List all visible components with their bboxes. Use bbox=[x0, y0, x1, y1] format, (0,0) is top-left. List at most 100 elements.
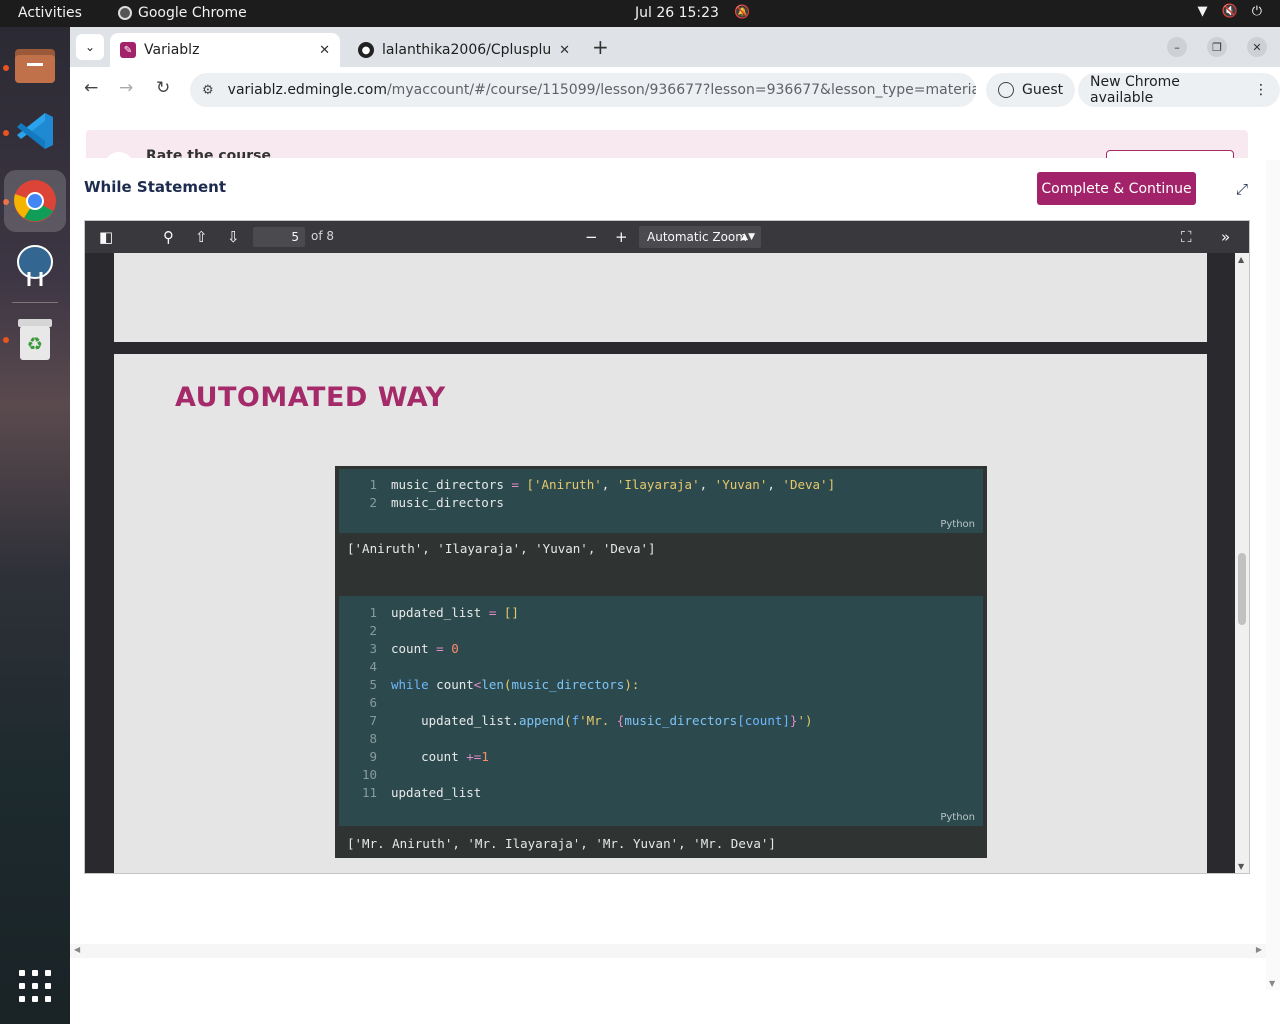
tab-variablz[interactable]: ✎ Variablz ✕ bbox=[110, 33, 340, 67]
pdf-page-4 bbox=[114, 253, 1207, 342]
activities-button[interactable]: Activities bbox=[18, 5, 82, 21]
url-path: /myaccount/#/course/115099/lesson/936677… bbox=[386, 82, 976, 98]
page-vertical-scrollbar[interactable]: ▼ bbox=[1266, 160, 1280, 990]
running-indicator bbox=[3, 130, 9, 136]
show-apps-icon[interactable] bbox=[19, 970, 51, 1002]
chevron-down-icon: ⌄ bbox=[84, 40, 96, 54]
line-number: 6 bbox=[369, 695, 377, 710]
site-settings-icon[interactable]: ⚙ bbox=[202, 83, 214, 98]
slide-title: AUTOMATED WAY bbox=[175, 382, 446, 413]
close-tab-icon[interactable]: ✕ bbox=[559, 43, 570, 58]
code-line: 1 music_directors = ['Aniruth', 'Ilayaraj… bbox=[339, 477, 835, 495]
running-indicator bbox=[3, 65, 9, 71]
page-content: Rate the course While Statement Complete… bbox=[70, 112, 1280, 1024]
github-favicon-icon: ● bbox=[358, 42, 374, 58]
forward-icon[interactable]: → bbox=[119, 78, 133, 98]
code-line: 8 bbox=[339, 731, 391, 749]
fullscreen-expand-icon[interactable]: ⤢ bbox=[1236, 180, 1248, 198]
previous-page-icon[interactable]: ⇧ bbox=[195, 228, 208, 246]
code-line: 2 bbox=[339, 623, 391, 641]
pgadmin-elephant-icon[interactable] bbox=[11, 241, 59, 289]
tab-github[interactable]: ● lalanthika2006/Cplusplu ✕ bbox=[348, 33, 580, 67]
pdf-toolbar: ◧ ⚲ ⇧ ⇩ 5 of 8 − + Automatic Zoom ▲▼ ⛶ » bbox=[85, 221, 1249, 253]
url-host: variablz.edmingle.com bbox=[227, 82, 387, 98]
language-label: Python bbox=[940, 519, 975, 530]
line-number: 8 bbox=[369, 731, 377, 746]
chrome-small-icon bbox=[118, 6, 132, 20]
vscode-icon[interactable] bbox=[11, 107, 59, 155]
pdf-viewer: ◧ ⚲ ⇧ ⇩ 5 of 8 − + Automatic Zoom ▲▼ ⛶ » … bbox=[84, 220, 1250, 874]
next-page-icon[interactable]: ⇩ bbox=[227, 228, 240, 246]
scroll-down-icon[interactable]: ▼ bbox=[1238, 862, 1244, 871]
reload-icon[interactable]: ↻ bbox=[156, 78, 170, 98]
close-window-icon[interactable]: ✕ bbox=[1247, 37, 1267, 57]
page-number-input[interactable]: 5 bbox=[253, 227, 305, 247]
restore-icon[interactable]: ❐ bbox=[1207, 37, 1227, 57]
wifi-icon: ▼ bbox=[1197, 4, 1208, 19]
scroll-up-icon[interactable]: ▲ bbox=[1238, 255, 1244, 264]
code-text: music_directors bbox=[391, 495, 504, 510]
power-icon: ⏻ bbox=[1251, 4, 1262, 19]
profile-label: Guest bbox=[1022, 82, 1064, 98]
scroll-right-icon[interactable]: ▶ bbox=[1256, 945, 1262, 954]
sidebar-toggle-icon[interactable]: ◧ bbox=[99, 228, 113, 246]
pdf-scrollbar[interactable]: ▲ ▼ bbox=[1235, 253, 1249, 873]
clock[interactable]: Jul 26 15:23 bbox=[635, 5, 719, 21]
presentation-mode-icon[interactable]: ⛶ bbox=[1181, 228, 1192, 246]
tools-menu-icon[interactable]: » bbox=[1221, 228, 1230, 246]
search-icon[interactable]: ⚲ bbox=[163, 228, 174, 246]
profile-icon bbox=[998, 82, 1014, 98]
line-number: 9 bbox=[369, 749, 377, 764]
code-text: count +=1 bbox=[391, 749, 489, 764]
lesson-header: While Statement Complete & Continue ⤢ bbox=[70, 158, 1264, 214]
new-tab-icon[interactable]: + bbox=[592, 35, 609, 59]
code-line: 9 count +=1 bbox=[339, 749, 489, 767]
code-line: 2 music_directors bbox=[339, 495, 504, 513]
code-line: 5 while count<len(music_directors): bbox=[339, 677, 639, 695]
code-cell-2: 1 updated_list = [] 2 3 count = 0 4 5 while… bbox=[339, 596, 983, 826]
scroll-down-icon[interactable]: ▼ bbox=[1269, 979, 1275, 988]
line-number: 4 bbox=[369, 659, 377, 674]
profile-button[interactable]: Guest bbox=[986, 73, 1076, 107]
page-count: of 8 bbox=[311, 229, 335, 243]
pdf-pages[interactable]: AUTOMATED WAY 1 music_directors = ['Aniru… bbox=[85, 253, 1235, 873]
line-number: 7 bbox=[369, 713, 377, 728]
code-line: 6 bbox=[339, 695, 391, 713]
code-text: music_directors = ['Aniruth', 'Ilayaraja… bbox=[391, 477, 836, 492]
minimize-icon[interactable]: – bbox=[1167, 37, 1187, 57]
system-tray[interactable]: ▼ 🔇 ⏻ bbox=[1198, 4, 1262, 19]
page-horizontal-scrollbar[interactable]: ◀ ▶ bbox=[70, 944, 1266, 958]
browser-toolbar: ← → ↻ ⚙ variablz.edmingle.com/myaccount/… bbox=[70, 67, 1280, 112]
tab-search-button[interactable]: ⌄ bbox=[76, 34, 104, 60]
tab-strip: ⌄ ✎ Variablz ✕ ● lalanthika2006/Cplusplu… bbox=[70, 27, 1280, 67]
code-line: 3 count = 0 bbox=[339, 641, 458, 659]
zoom-select[interactable]: Automatic Zoom ▲▼ bbox=[639, 226, 761, 248]
complete-continue-button[interactable]: Complete & Continue bbox=[1037, 172, 1196, 205]
code-line: 10 bbox=[339, 767, 391, 785]
system-top-bar: Activities Google Chrome Jul 26 15:23 🔕 … bbox=[0, 0, 1280, 27]
tab-title: Variablz bbox=[144, 42, 200, 58]
app-menu[interactable]: Google Chrome bbox=[118, 5, 247, 21]
address-bar[interactable]: ⚙ variablz.edmingle.com/myaccount/#/cour… bbox=[190, 73, 976, 107]
code-text: updated_list bbox=[391, 785, 482, 800]
line-number: 1 bbox=[369, 605, 377, 620]
zoom-in-icon[interactable]: + bbox=[615, 228, 628, 246]
output-2: ['Mr. Aniruth', 'Mr. Ilayaraja', 'Mr. Yu… bbox=[347, 836, 776, 851]
back-icon[interactable]: ← bbox=[84, 78, 98, 98]
close-tab-icon[interactable]: ✕ bbox=[319, 43, 330, 58]
scroll-left-icon[interactable]: ◀ bbox=[74, 945, 80, 954]
code-cell-1: 1 music_directors = ['Aniruth', 'Ilayaraj… bbox=[339, 469, 983, 533]
zoom-out-icon[interactable]: − bbox=[585, 228, 598, 246]
update-chrome-button[interactable]: New Chrome available ⋮ bbox=[1078, 73, 1280, 107]
scrollbar-thumb[interactable] bbox=[1238, 553, 1246, 625]
code-line: 1 updated_list = [] bbox=[339, 605, 519, 623]
dock-separator bbox=[12, 302, 58, 303]
variablz-favicon-icon: ✎ bbox=[120, 42, 136, 58]
chrome-icon[interactable] bbox=[4, 170, 66, 232]
more-menu-icon: ⋮ bbox=[1254, 82, 1268, 98]
app-name: Google Chrome bbox=[138, 5, 247, 21]
files-icon[interactable] bbox=[11, 41, 59, 89]
line-number: 5 bbox=[369, 677, 377, 692]
trash-icon[interactable]: ♻ bbox=[11, 315, 59, 363]
line-number: 2 bbox=[369, 623, 377, 638]
